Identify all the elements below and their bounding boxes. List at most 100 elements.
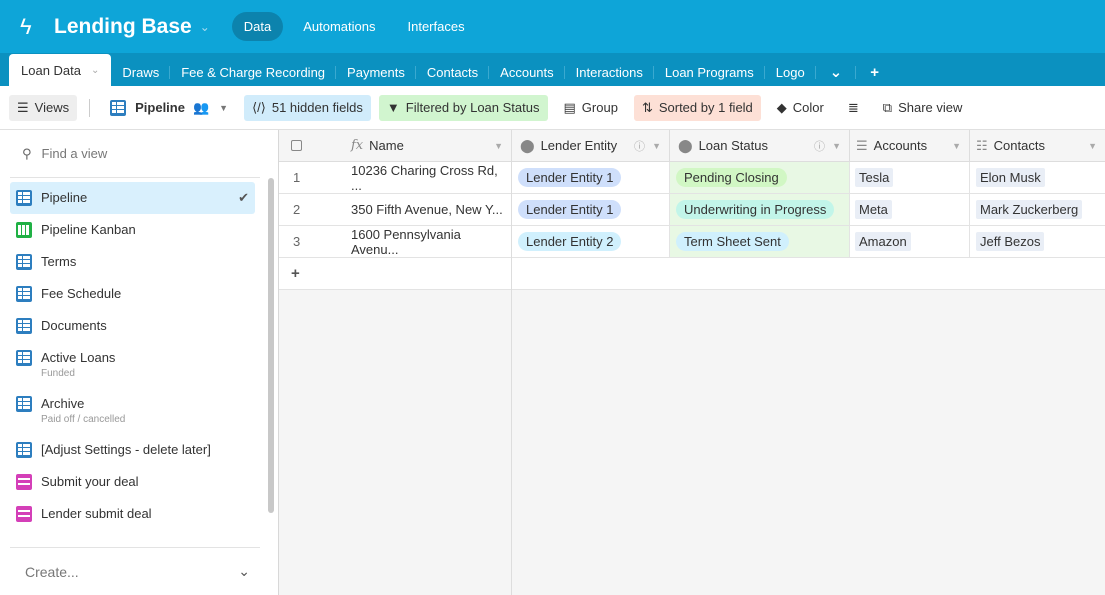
view-item[interactable]: Pipeline Kanban xyxy=(10,214,255,246)
single-select-icon: ⬤ xyxy=(678,137,693,153)
add-row-button[interactable]: + xyxy=(279,258,511,290)
column-header-name[interactable]: fx Name ▼ xyxy=(351,130,511,162)
sort-icon: ⇅ xyxy=(641,99,653,115)
view-label: Terms xyxy=(41,254,77,269)
info-icon[interactable]: ⓘ xyxy=(814,138,825,154)
tab-draws[interactable]: Draws xyxy=(111,58,171,86)
view-search[interactable]: ⚲ Find a view xyxy=(10,130,260,178)
contact-tag: Mark Zuckerberg xyxy=(976,200,1083,219)
group-button[interactable]: ▤ Group xyxy=(556,95,626,121)
view-item[interactable]: Submit your deal xyxy=(10,466,255,498)
contacts-cell[interactable]: Mark Zuckerberg xyxy=(969,194,1105,226)
add-table-plus-icon[interactable]: + xyxy=(856,58,893,86)
column-header-lender-entity[interactable]: ⬤ Lender Entity ⓘ ▼ xyxy=(511,130,669,162)
view-item[interactable]: Archive Paid off / cancelled xyxy=(10,388,255,434)
form-view-icon xyxy=(16,474,32,490)
lender-entity-cell[interactable]: Lender Entity 1 xyxy=(511,162,669,194)
name-cell[interactable]: 350 Fifth Avenue, New Y... xyxy=(351,194,511,226)
row-height-button[interactable]: ≣ xyxy=(840,95,867,121)
view-text: Fee Schedule xyxy=(41,286,249,301)
row-number-cell[interactable]: 2 xyxy=(279,194,351,226)
caret-down-icon[interactable]: ▼ xyxy=(952,141,961,151)
divider xyxy=(89,98,91,117)
row-number-cell[interactable]: 3 xyxy=(279,226,351,258)
caret-down-icon[interactable]: ▼ xyxy=(832,141,841,151)
name-cell[interactable]: 1600 Pennsylvania Avenu... xyxy=(351,226,511,258)
tab-loan-data[interactable]: Loan Data ⌄ xyxy=(9,54,112,86)
linked-record-icon: ☰ xyxy=(856,137,868,153)
tab-contacts[interactable]: Contacts xyxy=(416,58,490,86)
accounts-cell[interactable]: Amazon xyxy=(849,226,969,258)
create-view-button[interactable]: Create... ⌄ xyxy=(10,547,260,595)
hide-fields-button[interactable]: ⟨/⟩ 51 hidden fields xyxy=(244,94,371,121)
view-item[interactable]: Lender submit deal xyxy=(10,498,255,530)
lender-entity-cell[interactable]: Lender Entity 1 xyxy=(511,194,669,226)
filter-button[interactable]: ▼ Filtered by Loan Status xyxy=(378,94,548,121)
view-item[interactable]: [Adjust Settings - delete later] xyxy=(10,434,255,466)
views-sidebar: ⚲ Find a view Pipeline ✔ Pipeline Kanban Ter… xyxy=(0,130,279,595)
contacts-cell[interactable]: Jeff Bezos xyxy=(969,226,1105,258)
view-text: Documents xyxy=(41,318,249,333)
tab-fee-charge-recording[interactable]: Fee & Charge Recording xyxy=(170,58,336,86)
tab-accounts[interactable]: Accounts xyxy=(489,58,566,86)
top-bar: ϟ Lending Base ⌄ Data Automations Interf… xyxy=(0,0,1105,53)
column-header-accounts[interactable]: ☰ Accounts ▼ xyxy=(849,130,969,162)
tab-loan-programs[interactable]: Loan Programs xyxy=(654,58,765,86)
caret-down-icon[interactable]: ▼ xyxy=(1088,141,1097,151)
view-switcher[interactable]: Pipeline 👥 ▼ xyxy=(102,95,236,121)
accounts-cell[interactable]: Meta xyxy=(849,194,969,226)
view-item[interactable]: Active Loans Funded xyxy=(10,342,255,388)
loan-status-pill: Term Sheet Sent xyxy=(676,232,789,251)
caret-down-icon[interactable]: ▼ xyxy=(494,141,503,151)
contact-tag: Elon Musk xyxy=(976,168,1045,187)
view-text: Active Loans Funded xyxy=(41,350,249,379)
add-row-filler xyxy=(511,258,1105,290)
view-list: Pipeline ✔ Pipeline Kanban Terms Fee Schedul… xyxy=(10,182,255,530)
scrollbar[interactable] xyxy=(268,178,274,513)
search-input[interactable]: Find a view xyxy=(42,146,108,161)
nav-automations[interactable]: Automations xyxy=(291,12,387,41)
column-header-contacts[interactable]: ☷ Contacts ▼ xyxy=(969,130,1105,162)
grid-view-icon xyxy=(16,442,32,458)
view-item[interactable]: Fee Schedule xyxy=(10,278,255,310)
chevron-down-icon[interactable]: ⌄ xyxy=(200,20,210,34)
base-title[interactable]: Lending Base xyxy=(54,15,192,39)
share-view-button[interactable]: ⧉ Share view xyxy=(875,95,971,121)
view-label: Archive xyxy=(41,396,85,411)
contacts-cell[interactable]: Elon Musk xyxy=(969,162,1105,194)
nav-interfaces[interactable]: Interfaces xyxy=(396,12,477,41)
name-cell[interactable]: 10236 Charing Cross Rd, ... xyxy=(351,162,511,194)
chevron-down-icon[interactable]: ⌄ xyxy=(91,65,99,76)
loan-status-cell[interactable]: Term Sheet Sent xyxy=(669,226,849,258)
view-item[interactable]: Pipeline ✔ xyxy=(10,182,255,214)
accounts-cell[interactable]: Tesla xyxy=(849,162,969,194)
grid-view-icon xyxy=(16,318,32,334)
view-text: Terms xyxy=(41,254,249,269)
tab-payments[interactable]: Payments xyxy=(336,58,416,86)
caret-down-icon[interactable]: ▼ xyxy=(652,141,661,151)
view-toolbar: ☰ Views Pipeline 👥 ▼ ⟨/⟩ 51 hidden fields ▼ F… xyxy=(0,86,1105,130)
tab-interactions[interactable]: Interactions xyxy=(565,58,655,86)
view-item[interactable]: Terms xyxy=(10,246,255,278)
column-label: Loan Status xyxy=(698,138,768,153)
loan-status-cell[interactable]: Underwriting in Progress xyxy=(669,194,849,226)
name-value: 10236 Charing Cross Rd, ... xyxy=(351,162,498,193)
info-icon[interactable]: ⓘ xyxy=(634,138,645,154)
sort-label: Sorted by 1 field xyxy=(658,100,753,115)
row-number-cell[interactable]: 1 xyxy=(279,162,351,194)
loan-status-cell[interactable]: Pending Closing xyxy=(669,162,849,194)
views-button[interactable]: ☰ Views xyxy=(9,94,78,121)
nav-data[interactable]: Data xyxy=(231,12,284,41)
more-tabs-chevron-icon[interactable]: ⌄ xyxy=(816,58,857,86)
column-header-loan-status[interactable]: ⬤ Loan Status ⓘ ▼ xyxy=(669,130,849,162)
color-button[interactable]: ◆ Color xyxy=(769,95,832,121)
view-label: Active Loans xyxy=(41,350,116,365)
lender-entity-cell[interactable]: Lender Entity 2 xyxy=(511,226,669,258)
sort-button[interactable]: ⇅ Sorted by 1 field xyxy=(633,94,761,121)
lightning-logo-icon[interactable]: ϟ xyxy=(20,15,38,38)
select-all-checkbox[interactable] xyxy=(279,130,351,162)
view-text: Pipeline xyxy=(41,190,238,205)
tab-logo[interactable]: Logo xyxy=(765,58,816,86)
account-tag: Tesla xyxy=(855,168,894,187)
view-item[interactable]: Documents xyxy=(10,310,255,342)
